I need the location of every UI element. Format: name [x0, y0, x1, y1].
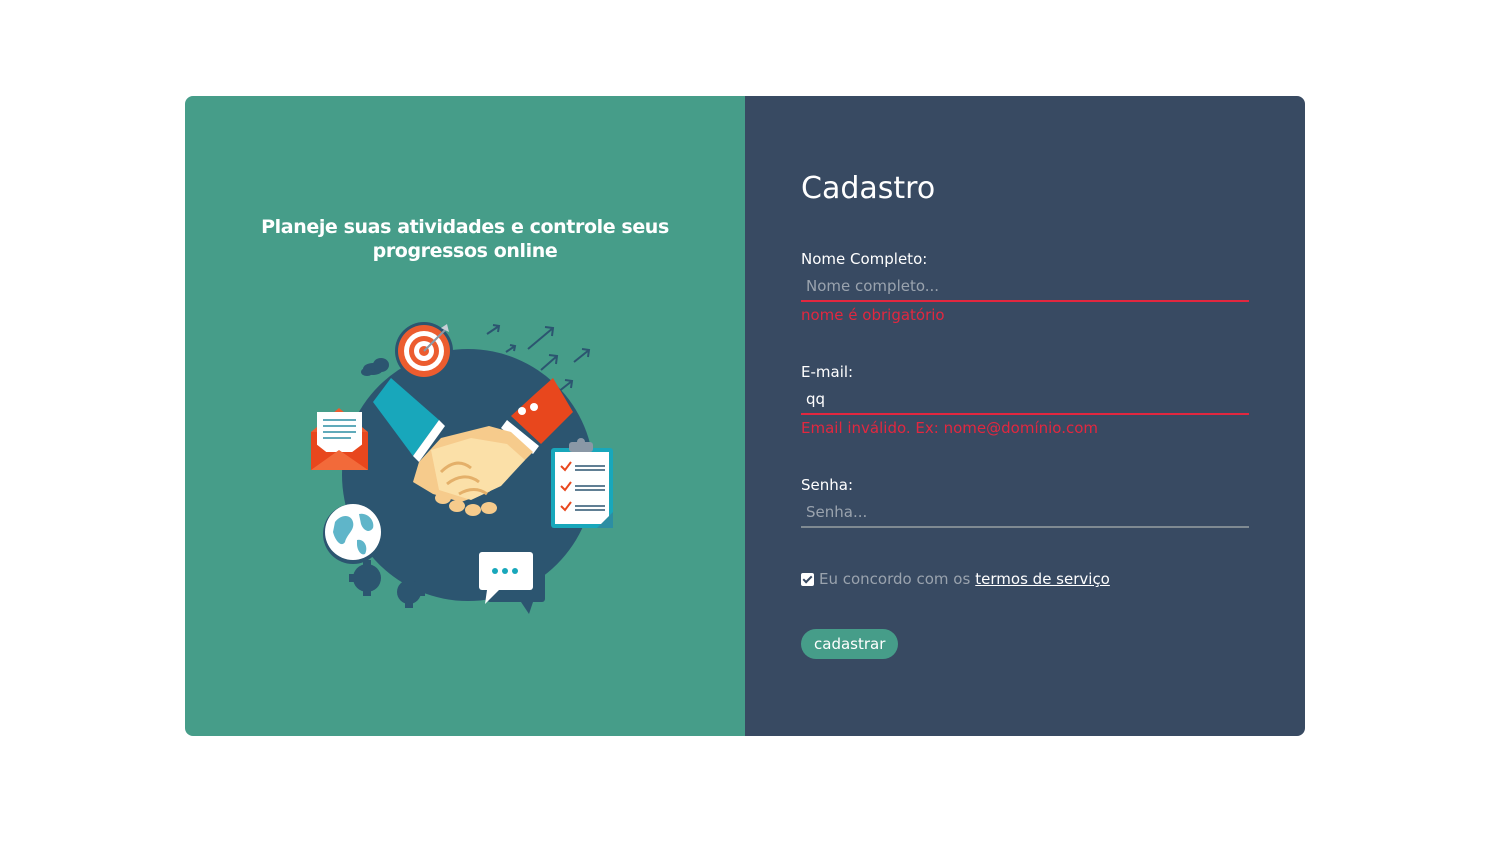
chat-bubble-icon [479, 552, 545, 614]
clipboard-checklist-icon [551, 438, 613, 528]
submit-button[interactable]: cadastrar [801, 629, 899, 659]
terms-checkbox[interactable] [801, 572, 814, 586]
envelope-icon [311, 408, 368, 470]
promo-tagline: Planeje suas atividades e controle seus … [261, 216, 669, 262]
signup-card: Planeje suas atividades e controle seus … [185, 96, 1305, 736]
terms-of-service-link[interactable]: termos de serviço [975, 570, 1110, 588]
signup-form-panel: Cadastro Nome Completo: nome é obrigatór… [745, 96, 1305, 736]
email-field-group: E-mail: Email inválido. Ex: nome@domínio… [801, 361, 1249, 438]
password-input[interactable] [801, 498, 1249, 528]
email-error-message: Email inválido. Ex: nome@domínio.com [801, 419, 1099, 437]
cloud-icon [361, 358, 389, 376]
handshake-illustration [311, 322, 613, 614]
terms-text: Eu concordo com os [819, 570, 971, 588]
name-input[interactable] [801, 272, 1249, 302]
name-error-message: nome é obrigatório [801, 306, 945, 324]
target-icon [395, 322, 453, 380]
form-title: Cadastro [801, 171, 936, 206]
name-field-group: Nome Completo: nome é obrigatório [801, 248, 1249, 325]
email-label: E-mail: [801, 363, 854, 381]
password-label: Senha: [801, 476, 854, 494]
promo-panel: Planeje suas atividades e controle seus … [185, 96, 745, 736]
password-field-group: Senha: [801, 474, 1249, 528]
name-label: Nome Completo: [801, 250, 928, 268]
terms-row: Eu concordo com os termos de serviço [801, 570, 1110, 588]
email-input[interactable] [801, 385, 1249, 415]
globe-icon [323, 504, 383, 564]
